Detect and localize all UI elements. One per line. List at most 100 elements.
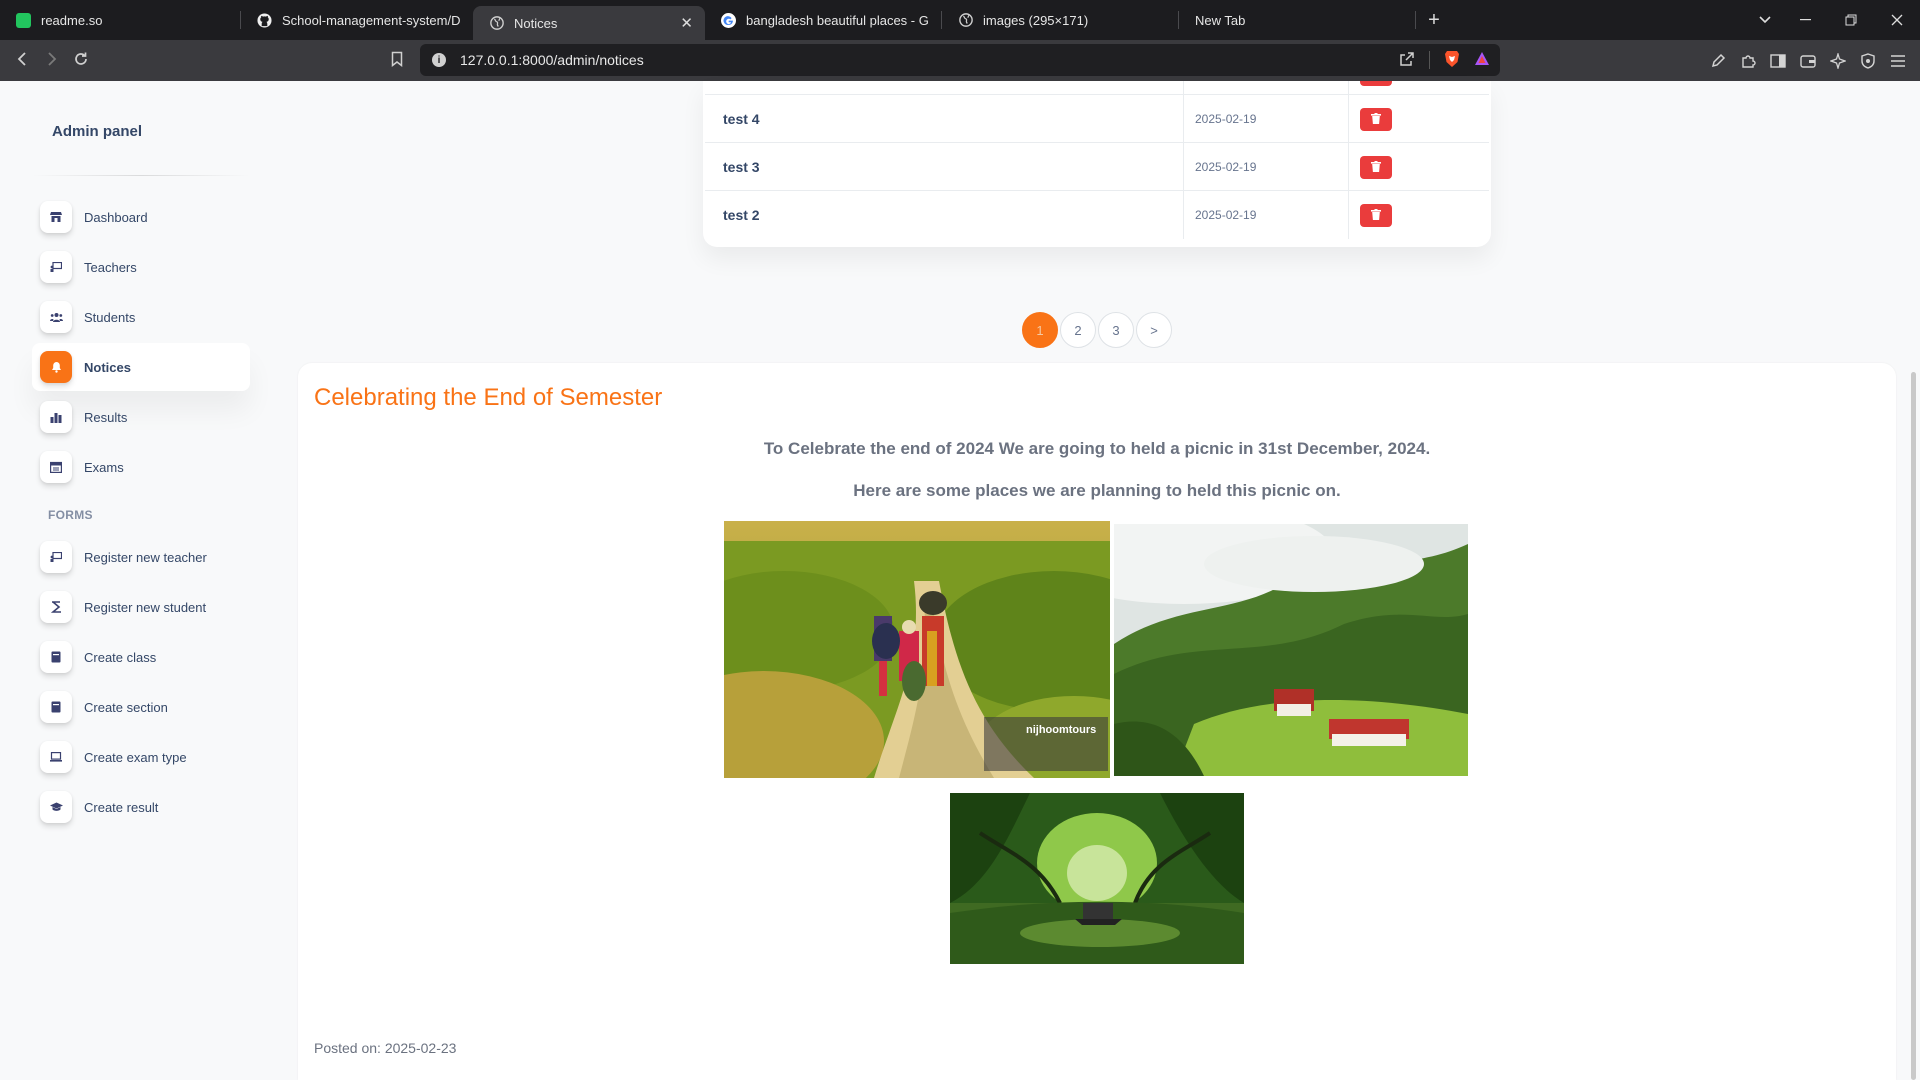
delete-button[interactable] [1360,204,1392,227]
new-tab-button[interactable]: + [1416,9,1452,32]
calendar-icon [40,451,72,483]
pen-icon[interactable] [1704,40,1732,81]
tea-garden-photo: nijhoomtours [724,521,1110,778]
vpn-shield-icon[interactable] [1854,40,1882,81]
brave-rewards-icon[interactable] [1474,51,1490,69]
globe-icon [489,16,504,31]
sidebar-item-label: Register new student [84,599,207,615]
window-close-icon[interactable] [1874,0,1920,40]
notice-heading: Celebrating the End of Semester [314,384,663,411]
column-divider [1183,191,1184,239]
globe-icon [958,13,973,28]
users-icon [40,301,72,333]
sidebar-item-register-student[interactable]: Register new student [32,583,250,631]
column-divider [1183,143,1184,191]
tab-label: New Tab [1195,12,1246,28]
bell-icon [40,351,72,383]
sidebar-item-results[interactable]: Results [32,393,250,441]
sidebar: Admin panel Dashboard Teachers Students … [0,81,270,1080]
tab-google-search[interactable]: bangladesh beautiful places - Goog [705,0,941,40]
sidebar-item-label: Dashboard [84,209,148,225]
tab-github[interactable]: School-management-system/Demo [241,0,473,40]
minimize-icon[interactable] [1782,0,1828,40]
page-button-2[interactable]: 2 [1060,312,1096,348]
google-icon [721,12,736,28]
book-icon [40,691,72,723]
column-divider [1348,95,1349,143]
back-icon[interactable] [8,51,38,72]
share-icon[interactable] [1399,51,1415,70]
close-tab-icon[interactable]: ✕ [680,14,693,32]
address-bar[interactable]: i 127.0.0.1:8000/admin/notices [420,44,1500,76]
next-page-button[interactable]: > [1136,312,1172,348]
notice-title-cell[interactable]: test 4 [723,95,760,143]
notice-paragraph: Here are some places we are planning to … [853,481,1341,500]
sidebar-item-exams[interactable]: Exams [32,443,250,491]
sidebar-brand[interactable]: Admin panel [52,123,142,140]
sidebar-item-create-section[interactable]: Create section [32,683,250,731]
tab-images[interactable]: images (295×171) [942,0,1178,40]
sidebar-item-notices[interactable]: Notices [32,343,250,391]
book-icon [40,641,72,673]
notice-title-cell[interactable]: test 3 [723,143,760,191]
delete-button[interactable] [1360,156,1392,179]
sidebar-item-register-teacher[interactable]: Register new teacher [32,533,250,581]
notice-detail-card: Celebrating the End of Semester To Celeb… [298,363,1896,1080]
notice-title-cell[interactable]: test 2 [723,191,760,239]
page-button-3[interactable]: 3 [1098,312,1134,348]
menu-icon[interactable] [1884,40,1912,81]
posted-date: Posted on: 2025-02-23 [314,1040,457,1056]
trash-icon [1371,160,1381,175]
sidebar-toggle-icon[interactable] [1764,40,1792,81]
tab-readme[interactable]: readme.so [0,0,240,40]
sidebar-item-students[interactable]: Students [32,293,250,341]
delete-button[interactable] [1360,81,1392,86]
sidebar-item-label: Create result [84,799,159,815]
reload-icon[interactable] [66,51,96,72]
teacher-board-icon [40,251,72,283]
tab-new-tab[interactable]: New Tab [1179,0,1415,40]
notice-date-cell: 2025-02-19 [1195,160,1257,174]
column-divider [1348,81,1349,96]
forward-icon[interactable] [36,51,66,72]
delete-button[interactable] [1360,108,1392,131]
site-info-icon[interactable]: i [432,53,446,67]
sidebar-item-teachers[interactable]: Teachers [32,243,250,291]
sidebar-item-create-class[interactable]: Create class [32,633,250,681]
student-icon [40,591,72,623]
tab-label: readme.so [41,12,103,28]
column-divider [1348,191,1349,239]
sidebar-item-label: Create class [84,649,157,665]
column-divider [1348,143,1349,191]
browser-toolbar: i 127.0.0.1:8000/admin/notices [0,40,1920,81]
tab-label: School-management-system/Demo [282,12,461,28]
sidebar-item-label: Exams [84,459,124,475]
wallet-icon[interactable] [1794,40,1822,81]
bookmark-icon[interactable] [382,51,412,72]
extensions-icon[interactable] [1734,40,1762,81]
hill-cottage-photo [1114,524,1468,776]
bar-chart-icon [40,401,72,433]
graduation-cap-icon [40,791,72,823]
brave-shields-icon[interactable] [1444,50,1460,71]
notice-paragraph: To Celebrate the end of 2024 We are goin… [763,439,1431,458]
sidebar-item-label: Register new teacher [84,549,207,565]
page-scrollbar[interactable] [1911,372,1916,1080]
leo-ai-icon[interactable] [1824,40,1852,81]
sidebar-item-create-exam-type[interactable]: Create exam type [32,733,250,781]
tab-label: Notices [514,15,558,31]
url-text: 127.0.0.1:8000/admin/notices [460,52,644,68]
sidebar-item-label: Create exam type [84,749,187,765]
restore-icon[interactable] [1828,0,1874,40]
sidebar-item-dashboard[interactable]: Dashboard [32,193,250,241]
sidebar-item-label: Create section [84,699,168,715]
sidebar-item-label: Notices [84,359,131,375]
trash-icon [1371,112,1381,127]
page-button-1[interactable]: 1 [1022,312,1058,348]
watermark-text: nijhoomtours [1026,724,1097,736]
swamp-forest-photo [950,793,1244,964]
sidebar-item-create-result[interactable]: Create result [32,783,250,831]
tab-label: bangladesh beautiful places - Goog [746,12,929,28]
tab-notices[interactable]: Notices ✕ [473,6,705,40]
notice-date-cell: 2025-02-19 [1195,208,1257,222]
